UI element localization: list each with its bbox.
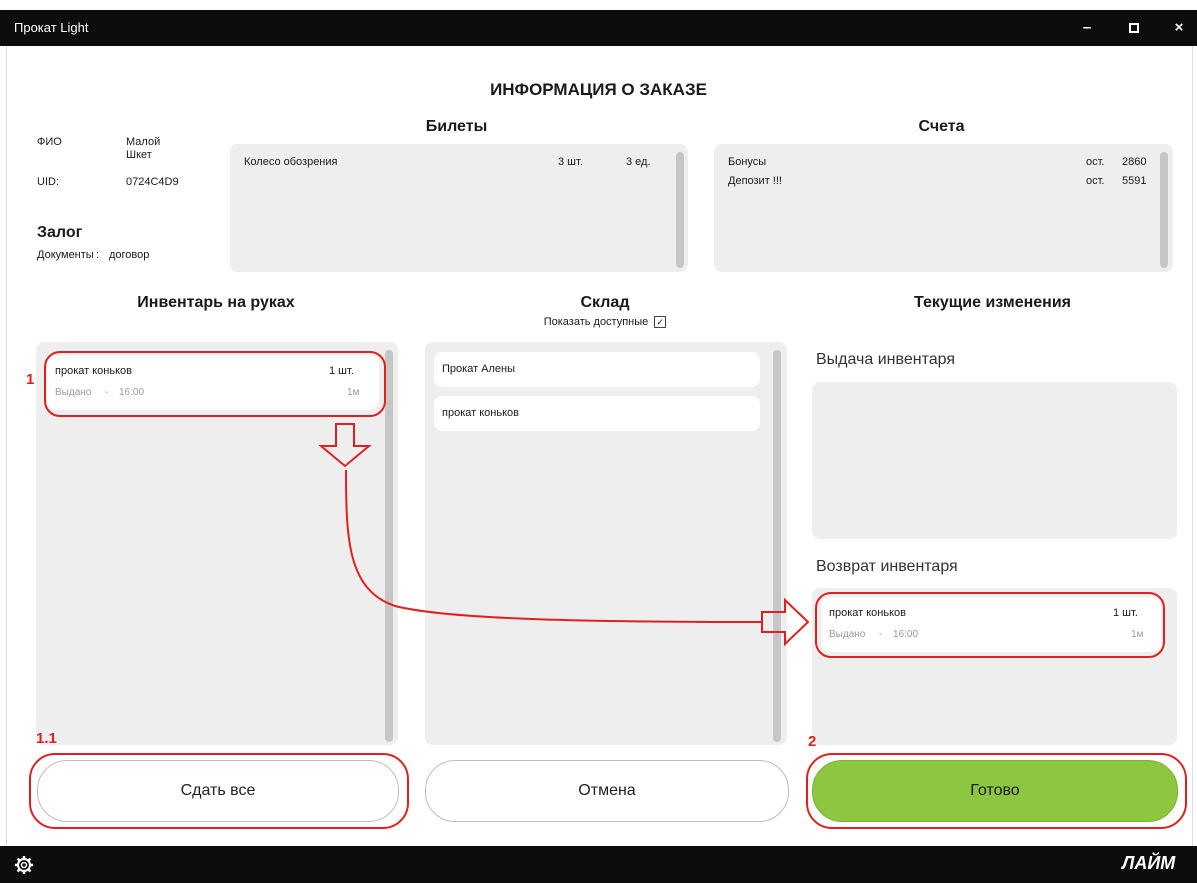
annotation-arrow-icon	[318, 423, 810, 647]
footer-bar: ЛАЙМ	[0, 846, 1197, 883]
gear-icon[interactable]	[14, 855, 34, 880]
brand-logo: ЛАЙМ	[1122, 853, 1176, 873]
